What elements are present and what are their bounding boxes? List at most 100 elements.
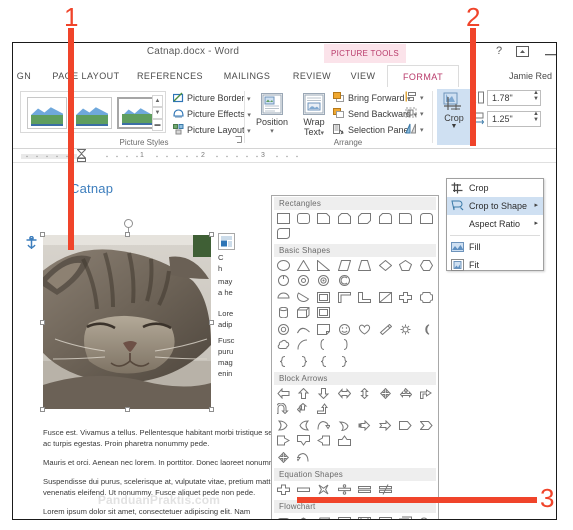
shape-pentagon[interactable] — [398, 259, 414, 274]
account-name[interactable]: Jamie Red — [509, 65, 552, 87]
shape-diamond[interactable] — [377, 259, 393, 274]
shape-rectangle[interactable] — [275, 212, 291, 227]
shape-cross[interactable] — [398, 291, 414, 306]
wrap-text-button[interactable]: Wrap Text▾ — [297, 93, 331, 139]
resize-handle-n[interactable] — [125, 232, 130, 237]
shape-width-spinner[interactable]: ▲ ▼ — [531, 111, 541, 127]
selection-pane-button[interactable]: Selection Pane — [333, 124, 409, 135]
gallery-more-button[interactable]: ▬ — [152, 119, 163, 131]
shape-bevel[interactable] — [316, 306, 332, 321]
indent-markers[interactable] — [76, 149, 87, 162]
crop-dropdown-arrow-icon[interactable]: ▼ — [437, 123, 471, 130]
minimize-icon[interactable] — [541, 44, 556, 59]
crop-button[interactable]: Crop ▼ — [437, 89, 471, 145]
shape-folded-corner[interactable] — [316, 323, 332, 338]
picture-layout-button[interactable]: Picture Layout ▾ — [173, 124, 251, 135]
shape-octagon[interactable] — [295, 274, 311, 289]
menu-item-aspect-ratio[interactable]: Aspect Ratio ▸ — [447, 215, 543, 233]
spinner-down-icon[interactable]: ▼ — [531, 117, 541, 123]
menu-item-crop-to-shape[interactable]: Crop to Shape ▸ — [447, 197, 543, 215]
tab-references[interactable]: REFERENCES — [129, 65, 211, 87]
shape-round-same-side-corner-rectangle[interactable] — [418, 212, 434, 227]
horizontal-ruler[interactable]: 1 2 3 — [13, 149, 556, 163]
help-icon[interactable]: ? — [490, 45, 508, 57]
shape-left-up-arrow[interactable] — [295, 402, 311, 417]
rotate-handle[interactable] — [124, 219, 133, 228]
shape-flowchart-data[interactable] — [316, 515, 332, 519]
shape-chevron[interactable] — [418, 419, 434, 434]
gallery-scroll-up-button[interactable]: ▲ — [152, 95, 163, 107]
shape-right-arrow-callout[interactable] — [275, 434, 291, 449]
shape-notched-right-arrow[interactable] — [377, 419, 393, 434]
shape-no-symbol[interactable] — [295, 323, 311, 338]
shape-right-arrow-2[interactable] — [295, 451, 311, 466]
shape-right-bracket[interactable] — [336, 338, 352, 353]
chevron-down-icon[interactable]: ▾ — [420, 111, 424, 118]
shape-plus-sign[interactable] — [275, 483, 291, 498]
chevron-down-icon[interactable]: ▾ — [420, 127, 424, 134]
shape-flowchart-multidocument[interactable] — [418, 515, 434, 519]
shape-l-shape[interactable] — [377, 291, 393, 306]
shape-flowchart-decision[interactable] — [295, 515, 311, 519]
shape-curved-left-arrow[interactable] — [295, 419, 311, 434]
picture-effects-button[interactable]: Picture Effects ▾ — [173, 108, 251, 119]
shape-cube[interactable] — [295, 306, 311, 321]
shape-trapezoid[interactable] — [357, 259, 373, 274]
shape-cloud[interactable] — [275, 338, 291, 353]
shape-teardrop[interactable] — [316, 291, 332, 306]
shape-decagon[interactable] — [316, 274, 332, 289]
shape-double-brace-left[interactable] — [316, 355, 332, 370]
menu-item-crop[interactable]: Crop — [447, 179, 543, 197]
shape-can[interactable] — [275, 306, 291, 321]
group-objects-button[interactable]: ▾ — [405, 107, 424, 118]
shape-right-triangle[interactable] — [316, 259, 332, 274]
spinner-down-icon[interactable]: ▼ — [531, 96, 541, 102]
tab-design[interactable]: GN — [13, 65, 43, 87]
shape-left-arrow-callout[interactable] — [316, 434, 332, 449]
shape-flowchart-terminator[interactable] — [275, 515, 291, 519]
shape-sun[interactable] — [398, 323, 414, 338]
shape-frame[interactable] — [336, 291, 352, 306]
shape-chord[interactable] — [295, 291, 311, 306]
shape-not-equal-sign[interactable] — [377, 483, 393, 498]
shape-arc[interactable] — [295, 338, 311, 353]
shape-rounded-rectangle[interactable] — [295, 212, 311, 227]
shape-left-brace[interactable] — [275, 355, 291, 370]
shape-circular-arrow[interactable] — [275, 451, 291, 466]
shape-striped-right-arrow[interactable] — [357, 419, 373, 434]
shape-right-brace[interactable] — [295, 355, 311, 370]
shape-oval[interactable] — [275, 259, 291, 274]
tab-mailings[interactable]: MAILINGS — [213, 65, 281, 87]
shape-division-sign[interactable] — [336, 483, 352, 498]
shape-up-down-arrow[interactable] — [357, 387, 373, 402]
shape-parallelogram[interactable] — [336, 259, 352, 274]
shape-snip-single-corner-rectangle[interactable] — [316, 212, 332, 227]
shape-donut[interactable] — [275, 323, 291, 338]
shape-height-spinner[interactable]: ▲ ▼ — [531, 90, 541, 106]
picture-styles-gallery[interactable]: ▲ ▼ ▬ — [20, 91, 166, 133]
picture-style-thumb[interactable] — [27, 97, 67, 129]
shape-isosceles-triangle[interactable] — [295, 259, 311, 274]
ribbon-display-options-icon[interactable] — [513, 46, 531, 59]
shape-snip-and-round-single-corner-rectangle[interactable] — [377, 212, 393, 227]
shape-bent-up-arrow[interactable] — [316, 402, 332, 417]
shape-double-brace-right[interactable] — [336, 355, 352, 370]
shape-pentagon-arrow[interactable] — [398, 419, 414, 434]
tab-review[interactable]: REVIEW — [283, 65, 341, 87]
shape-round-single-corner-rectangle[interactable] — [398, 212, 414, 227]
shape-plaque[interactable] — [418, 291, 434, 306]
shape-down-arrow[interactable] — [316, 387, 332, 402]
shape-left-bracket[interactable] — [316, 338, 332, 353]
shape-flowchart-predefined-process[interactable] — [357, 515, 373, 519]
resize-handle-ne[interactable] — [209, 232, 214, 237]
shape-snip-same-side-corner-rectangle[interactable] — [336, 212, 352, 227]
layout-options-icon[interactable] — [218, 233, 235, 250]
shape-moon[interactable] — [418, 323, 434, 338]
shape-left-right-arrow[interactable] — [336, 387, 352, 402]
shape-left-right-up-arrow[interactable] — [398, 387, 414, 402]
shape-lightning-bolt[interactable] — [377, 323, 393, 338]
cat-photo[interactable] — [38, 235, 211, 409]
shape-half-frame[interactable] — [357, 291, 373, 306]
resize-handle-sw[interactable] — [40, 407, 45, 412]
shape-multiply-sign[interactable] — [316, 483, 332, 498]
